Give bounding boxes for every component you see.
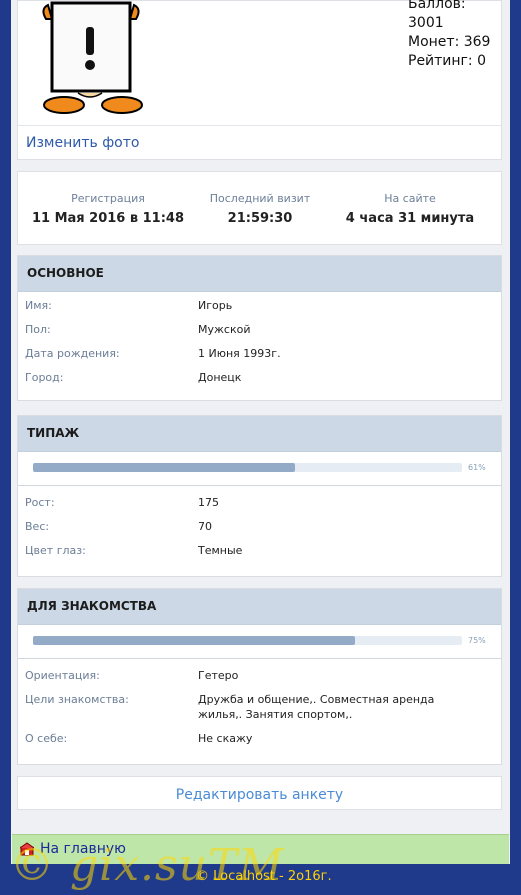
last-visit-value: 21:59:30: [227, 211, 293, 226]
page-frame: Баллов: 3001 Монет: 369 Рейтинг: 0 Измен…: [11, 0, 510, 895]
field-value: Не скажу: [198, 732, 253, 745]
avatar-image: [42, 1, 143, 114]
section-dating-title: ДЛЯ ЗНАКОМСТВА: [18, 589, 501, 625]
field-label: О себе:: [25, 732, 68, 745]
type-progress-bar: [33, 463, 462, 472]
divider: [18, 485, 501, 486]
field-value: Мужской: [198, 323, 251, 336]
profile-photo-card: Баллов: 3001 Монет: 369 Рейтинг: 0 Измен…: [17, 0, 502, 160]
last-visit-label: Последний визит: [209, 192, 311, 205]
field-label: Рост:: [25, 496, 55, 509]
field-value: 175: [198, 496, 219, 509]
home-icon: [20, 842, 34, 856]
dating-progress-bar: [33, 636, 462, 645]
home-bar: На главную: [12, 834, 509, 864]
footer-copyright: © Localhost - 2o16г.: [196, 869, 332, 884]
field-label: Ориентация:: [25, 669, 100, 682]
field-label: Дата рождения:: [25, 347, 120, 360]
profile-photo[interactable]: [30, 1, 152, 119]
field-value: Донецк: [198, 371, 242, 384]
field-value: жилья,. Занятия спортом,.: [198, 708, 353, 721]
points-stat: Баллов: 3001: [408, 0, 466, 31]
field-value: Игорь: [198, 299, 233, 312]
home-link[interactable]: На главную: [40, 841, 126, 857]
field-value: Темные: [198, 544, 243, 557]
on-site-label: На сайте: [384, 192, 436, 205]
registration-label: Регистрация: [71, 192, 145, 205]
field-label: Пол:: [25, 323, 51, 336]
rating-stat: Рейтинг: 0: [408, 53, 486, 69]
change-photo-link[interactable]: Изменить фото: [26, 135, 139, 151]
visit-info-card: Регистрация 11 Мая 2016 в 11:48 Последни…: [17, 171, 502, 245]
field-value: 70: [198, 520, 212, 533]
registration-block: Регистрация 11 Мая 2016 в 11:48: [20, 172, 196, 226]
section-type-title: ТИПАЖ: [18, 416, 501, 452]
divider: [18, 658, 501, 659]
profile-stats: Баллов: 3001 Монет: 369 Рейтинг: 0: [408, 0, 501, 71]
field-label: Город:: [25, 371, 64, 384]
type-progress-fill: [33, 463, 295, 472]
field-value: Дружба и общение,. Совместная аренда: [198, 693, 435, 706]
section-basic-title: ОСНОВНОЕ: [18, 256, 501, 292]
field-label: Цвет глаз:: [25, 544, 86, 557]
field-value: 1 Июня 1993г.: [198, 347, 281, 360]
edit-profile-card: Редактировать анкету: [17, 776, 502, 810]
type-progress-label: 61%: [468, 463, 486, 472]
field-label: Цели знакомства:: [25, 693, 129, 706]
section-dating: ДЛЯ ЗНАКОМСТВА 75% Ориентация: Гетеро Це…: [17, 588, 502, 765]
on-site-block: На сайте 4 часа 31 минута: [334, 172, 486, 226]
section-type: ТИПАЖ 61% Рост: 175 Вес: 70 Цвет глаз: Т…: [17, 415, 502, 577]
last-visit-block: Последний визит 21:59:30: [186, 172, 334, 226]
field-label: Имя:: [25, 299, 52, 312]
dating-progress-label: 75%: [468, 636, 486, 645]
registration-value: 11 Мая 2016 в 11:48: [31, 211, 185, 226]
dating-progress-fill: [33, 636, 355, 645]
divider: [18, 125, 501, 126]
field-label: Вес:: [25, 520, 50, 533]
on-site-value: 4 часа 31 минута: [345, 211, 475, 226]
coins-stat: Монет: 369: [408, 34, 491, 50]
field-value: Гетеро: [198, 669, 239, 682]
section-basic: ОСНОВНОЕ Имя: Игорь Пол: Мужской Дата ро…: [17, 255, 502, 401]
edit-profile-link[interactable]: Редактировать анкету: [176, 787, 343, 803]
